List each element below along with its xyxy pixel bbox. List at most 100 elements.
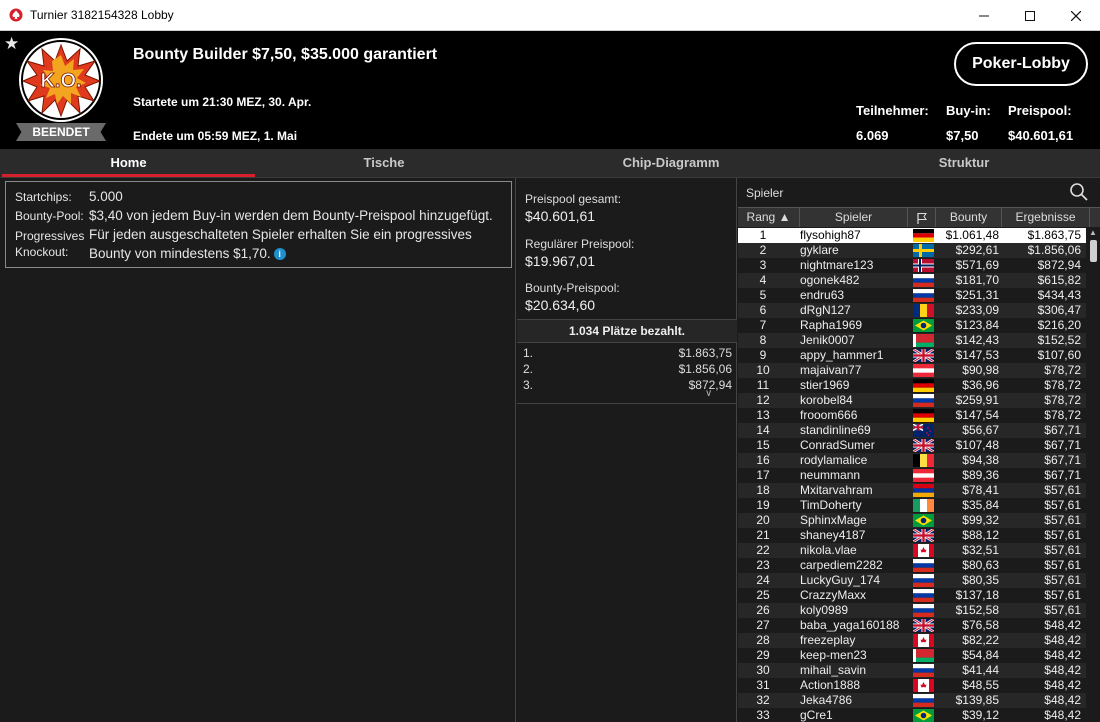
player-result: $872,94 (1037, 258, 1081, 272)
player-row[interactable]: 10 majaivan77 $90,98 $78,72 (738, 363, 1086, 378)
player-row[interactable]: 23 carpediem2282 $80,63 $57,61 (738, 558, 1086, 573)
player-result: $78,72 (1044, 393, 1081, 407)
country-flag-icon (912, 423, 934, 437)
player-row[interactable]: 16 rodylamalice $94,38 $67,71 (738, 453, 1086, 468)
player-result: $57,61 (1044, 528, 1081, 542)
tournament-lobby-window: Turnier 3182154328 Lobby ★ K.O. BEENDET … (0, 0, 1100, 722)
player-row[interactable]: 17 neummann $89,36 $67,71 (738, 468, 1086, 483)
search-icon[interactable] (1069, 182, 1089, 202)
player-rank: 3 (759, 258, 767, 272)
tab-chip-chart[interactable]: Chip-Diagramm (542, 149, 800, 177)
player-row[interactable]: 32 Jeka4786 $139,85 $48,42 (738, 693, 1086, 708)
player-row[interactable]: 8 Jenik0007 $142,43 $152,52 (738, 333, 1086, 348)
tab-structure[interactable]: Struktur (836, 149, 1092, 177)
player-row[interactable]: 21 shaney4187 $88,12 $57,61 (738, 527, 1086, 544)
player-rank: 6 (759, 303, 767, 317)
country-flag-icon (913, 454, 934, 467)
col-player-header[interactable]: Spieler (800, 208, 908, 227)
player-row[interactable]: 31 Action1888 $48,55 $48,42 (738, 678, 1086, 693)
player-name: shaney4187 (800, 528, 866, 542)
country-flag-icon (913, 244, 934, 257)
minimize-button[interactable] (961, 0, 1007, 31)
player-row[interactable]: 7 Rapha1969 $123,84 $216,20 (738, 318, 1086, 333)
player-bounty: $78,41 (962, 483, 999, 497)
player-search-input[interactable]: Spieler (746, 186, 783, 200)
scroll-thumb[interactable] (1090, 240, 1097, 262)
player-row[interactable]: 30 mihail_savin $41,44 $48,42 (738, 663, 1086, 678)
tab-tables[interactable]: Tische (256, 149, 512, 177)
col-flag-header[interactable] (908, 208, 936, 227)
scroll-up-arrow-icon[interactable]: ▲ (1089, 228, 1097, 237)
player-row[interactable]: 18 Mxitarvahram $78,41 $57,61 (738, 483, 1086, 498)
player-row[interactable]: 20 SphinxMage $99,32 $57,61 (738, 513, 1086, 528)
player-rank: 9 (759, 348, 767, 362)
col-result-header[interactable]: Ergebnisse (1002, 208, 1090, 227)
players-pane: Spieler Rang ▲ Spieler Bounty Ergebnisse… (738, 178, 1100, 722)
player-row[interactable]: 22 nikola.vlae $32,51 $57,61 (738, 543, 1086, 558)
player-rank: 5 (759, 288, 767, 302)
player-name: Jenik0007 (800, 333, 855, 347)
maximize-button[interactable] (1007, 0, 1053, 31)
player-result: $78,72 (1044, 378, 1081, 392)
player-row[interactable]: 25 CrazzyMaxx $137,18 $57,61 (738, 588, 1086, 603)
player-row[interactable]: 13 frooom666 $147,54 $78,72 (738, 408, 1086, 423)
player-result: $78,72 (1044, 408, 1081, 422)
player-name: gyklare (800, 243, 839, 257)
player-bounty: $107,48 (955, 438, 999, 452)
player-bounty: $139,85 (955, 693, 999, 707)
player-row[interactable]: 14 standinline69 $56,67 $67,71 (738, 423, 1086, 438)
country-flag-icon (913, 364, 934, 377)
info-icon[interactable]: i (273, 248, 286, 260)
payout-amount: $1.856,06 (678, 362, 732, 376)
player-row[interactable]: 4 ogonek482 $181,70 $615,82 (738, 273, 1086, 288)
player-result: $57,61 (1044, 558, 1081, 572)
player-bounty: $123,84 (955, 318, 999, 332)
pko-label-line2: Knockout: (15, 245, 69, 259)
player-row[interactable]: 3 nightmare123 $571,69 $872,94 (738, 258, 1086, 273)
player-row[interactable]: 24 LuckyGuy_174 $80,35 $57,61 (738, 573, 1086, 588)
player-row[interactable]: 19 TimDoherty $35,84 $57,61 (738, 498, 1086, 513)
players-scrollbar[interactable]: ▲ (1087, 228, 1100, 722)
player-row[interactable]: 29 keep-men23 $54,84 $48,42 (738, 648, 1086, 663)
player-bounty: $48,55 (962, 678, 999, 692)
country-flag-icon (913, 274, 934, 287)
player-row[interactable]: 33 gCre1 $39,12 $48,42 (738, 708, 1086, 722)
bountypool-label: Bounty-Pool: (15, 209, 84, 223)
expand-payouts-chevron-icon[interactable]: ∨ (705, 388, 712, 399)
poker-lobby-button[interactable]: Poker-Lobby (954, 42, 1088, 86)
regular-prizepool-label: Regulärer Preispool: (525, 237, 635, 251)
player-row[interactable]: 12 korobel84 $259,91 $78,72 (738, 393, 1086, 408)
country-flag-icon (913, 679, 934, 692)
player-row[interactable]: 27 baba_yaga160188 $76,58 $48,42 (738, 617, 1086, 634)
player-result: $615,82 (1037, 273, 1081, 287)
player-row[interactable]: 1 flysohigh87 $1.061,48 $1.863,75 (738, 228, 1086, 243)
player-row[interactable]: 11 stier1969 $36,96 $78,72 (738, 378, 1086, 393)
player-result: $67,71 (1044, 438, 1081, 452)
col-rank-header[interactable]: Rang ▲ (738, 208, 800, 227)
total-prizepool-label: Preispool gesamt: (525, 192, 622, 206)
player-result: $57,61 (1044, 498, 1081, 512)
player-row[interactable]: 26 koly0989 $152,58 $57,61 (738, 603, 1086, 618)
player-result: $67,71 (1044, 423, 1081, 437)
player-row[interactable]: 15 ConradSumer $107,48 $67,71 (738, 437, 1086, 454)
player-name: endru63 (800, 288, 845, 302)
player-row[interactable]: 5 endru63 $251,31 $434,43 (738, 288, 1086, 303)
player-row[interactable]: 2 gyklare $292,61 $1.856,06 (738, 243, 1086, 258)
favorite-star-icon[interactable]: ★ (4, 34, 19, 54)
player-row[interactable]: 6 dRgN127 $233,09 $306,47 (738, 303, 1086, 318)
close-button[interactable] (1053, 0, 1099, 31)
player-result: $57,61 (1044, 483, 1081, 497)
tab-home[interactable]: Home (2, 149, 255, 177)
player-rank: 12 (756, 393, 770, 407)
player-bounty: $147,53 (955, 348, 999, 362)
pko-value-line1: Für jeden ausgeschalteten Spieler erhalt… (89, 227, 472, 242)
player-rank: 30 (756, 663, 770, 677)
col-bounty-header[interactable]: Bounty (936, 208, 1002, 227)
player-bounty: $36,96 (962, 378, 999, 392)
svg-text:K.O.: K.O. (40, 70, 81, 92)
player-row[interactable]: 9 appy_hammer1 $147,53 $107,60 (738, 347, 1086, 364)
player-rank: 15 (756, 438, 770, 452)
player-name: majaivan77 (800, 363, 862, 377)
player-row[interactable]: 28 freezeplay $82,22 $48,42 (738, 633, 1086, 648)
player-result: $48,42 (1044, 633, 1081, 647)
